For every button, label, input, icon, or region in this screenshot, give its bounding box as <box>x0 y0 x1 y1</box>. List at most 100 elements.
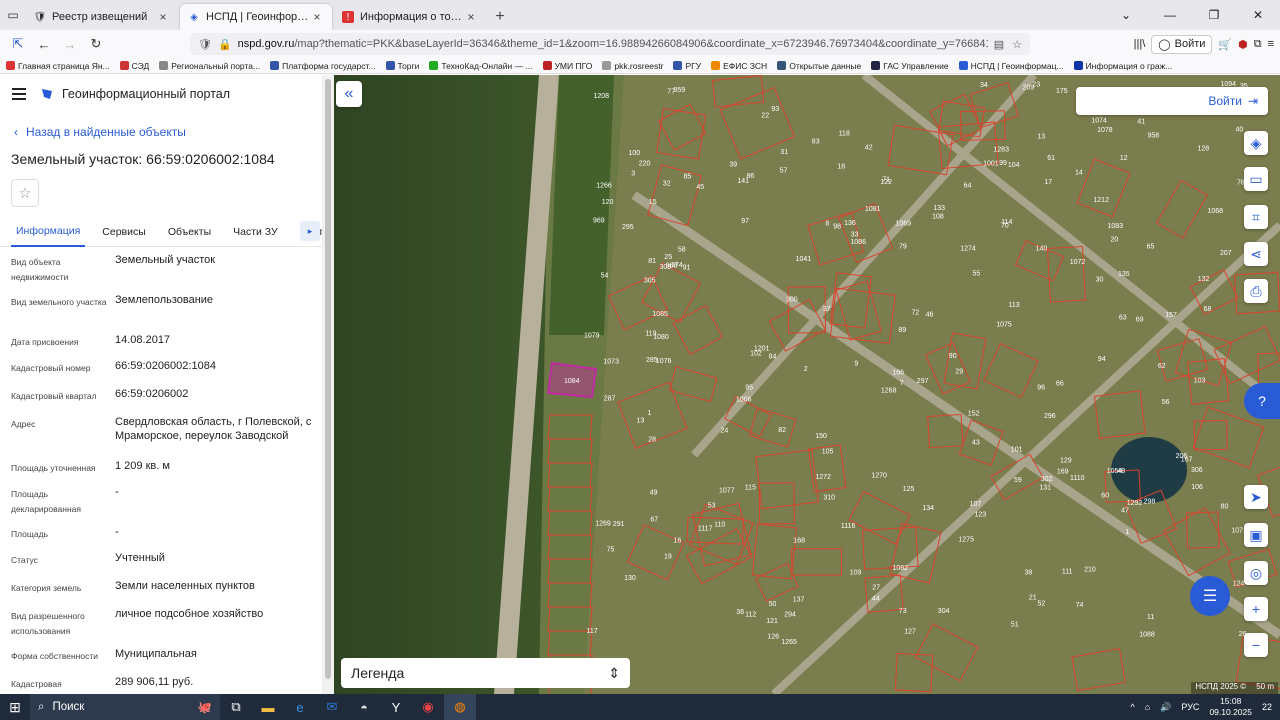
bookmark-item[interactable]: Информация о граж... <box>1073 61 1172 71</box>
parcel-label: 109 <box>850 570 862 577</box>
bookmark-item[interactable]: ТехноКад-Онлайн — ... <box>429 61 533 71</box>
bookmark-item[interactable]: УМИ ПГО <box>542 61 592 71</box>
bookmark-item[interactable]: pkk.rosreestr <box>602 61 663 71</box>
app-icon[interactable]: ◓ <box>348 694 380 720</box>
layers-icon[interactable]: ◈ <box>1244 131 1268 155</box>
bookmark-item[interactable]: Главная страница Ян... <box>6 61 110 71</box>
explorer-icon[interactable]: ▬ <box>252 694 284 720</box>
back-to-results-link[interactable]: ‹ Назад в найденные объекты <box>0 125 322 139</box>
collapse-sidebar-button[interactable]: « <box>336 81 362 107</box>
notifications-badge[interactable]: 22 <box>1262 702 1272 712</box>
cart-icon[interactable]: 🛒 <box>1218 38 1232 51</box>
ruler-icon[interactable]: ▭ <box>1244 167 1268 191</box>
select-area-icon[interactable]: ⌗ <box>1244 205 1268 229</box>
forward-button[interactable]: → <box>58 32 82 56</box>
parcel-label: 32 <box>663 180 671 187</box>
language-indicator[interactable]: РУС <box>1181 702 1199 712</box>
tab-0[interactable]: 🛡 Реестр извещений × <box>26 4 178 30</box>
print-icon[interactable]: ⎙ <box>1244 279 1268 303</box>
map-canvas[interactable]: 2941001302969988295297304305220913091085… <box>334 75 1280 694</box>
share-icon[interactable]: ⇱ <box>6 32 30 56</box>
parcel-label: 1079 <box>584 332 600 339</box>
property-value: 289 906,11 руб. <box>115 676 194 688</box>
bookmark-item[interactable]: Торги <box>385 61 419 71</box>
tab-2[interactable]: ! Информация о торгах — Глав × <box>334 4 486 30</box>
screen-icon[interactable]: ▣ <box>1244 523 1268 547</box>
share-icon[interactable]: ⋖ <box>1244 242 1268 266</box>
bookmark-item[interactable]: НСПД | Геоинформац... <box>958 61 1064 71</box>
close-icon[interactable]: × <box>156 10 170 24</box>
favorite-star-button[interactable]: ☆ <box>11 179 39 207</box>
zoom-in-button[interactable]: + <box>1244 597 1268 621</box>
yandex-icon[interactable]: Y <box>380 694 412 720</box>
firefox-icon[interactable]: ◍ <box>444 694 476 720</box>
parcel-label: 51 <box>1011 622 1019 629</box>
bookmark-item[interactable]: Региональный порта... <box>159 61 260 71</box>
parcel-label: 96 <box>1037 384 1045 391</box>
bookmark-item[interactable]: ГАС Управление <box>871 61 949 71</box>
bookmark-star-icon[interactable]: ☆ <box>1012 38 1022 51</box>
library-icon[interactable]: |||\ <box>1134 38 1146 50</box>
chrome-icon[interactable]: ◉ <box>412 694 444 720</box>
outlook-icon[interactable]: ✉ <box>316 694 348 720</box>
property-key: Вид земельного участка <box>11 297 107 307</box>
locate-icon[interactable]: ➤ <box>1244 485 1268 509</box>
parcel-label: 1275 <box>958 536 974 543</box>
close-icon[interactable]: × <box>310 10 324 24</box>
tray-chevron-icon[interactable]: ^ <box>1131 702 1135 712</box>
bookmark-item[interactable]: СЭД <box>119 61 149 71</box>
puzzle-icon[interactable]: ⧉ <box>1254 38 1262 51</box>
tab-info[interactable]: Информация <box>11 217 86 247</box>
new-tab-button[interactable]: + <box>488 4 512 30</box>
chat-button[interactable]: ☰ <box>1190 576 1230 616</box>
ie-icon[interactable]: e <box>284 694 316 720</box>
close-window-button[interactable]: ✕ <box>1236 0 1280 30</box>
parcel-label: 80 <box>1221 503 1229 510</box>
geolocation-icon[interactable]: ◎ <box>1244 561 1268 585</box>
account-button[interactable]: ◯ Войти <box>1151 34 1213 54</box>
tab-objects[interactable]: Объекты <box>163 217 216 247</box>
tab-1[interactable]: ◈ НСПД | Геоинформационный × <box>180 4 332 30</box>
menu-icon[interactable] <box>12 88 26 100</box>
parcel-label: 1074 <box>1091 117 1107 124</box>
legend-panel[interactable]: Легенда ⇕ <box>341 658 630 688</box>
sidebar-scrollbar[interactable] <box>322 75 334 694</box>
restore-button[interactable]: ❐ <box>1192 0 1236 30</box>
help-button[interactable]: ? <box>1244 383 1280 419</box>
parcel-label: 54 <box>601 273 609 280</box>
tab-parts[interactable]: Части ЗУ <box>228 217 283 247</box>
chevron-right-icon[interactable]: ▸ <box>300 221 320 241</box>
clock[interactable]: 15:08 09.10.2025 <box>1209 696 1252 718</box>
reload-button[interactable]: ↻ <box>84 32 108 56</box>
parcel-label: 61 <box>1047 155 1055 162</box>
close-icon[interactable]: × <box>464 10 478 24</box>
taskbar-search[interactable]: ⌕ Поиск 🐙 <box>30 694 220 720</box>
windows-start-icon[interactable]: ⊞ <box>0 699 30 716</box>
bookmark-item[interactable]: Открытые данные <box>777 61 861 71</box>
map-view[interactable]: 294 1001 302 969 988 295 297 304 305 220 91 309 1085… <box>334 75 1280 694</box>
map-login-button[interactable]: Войти ⇥ <box>1076 87 1268 115</box>
back-button[interactable]: ← <box>32 32 56 56</box>
task-view-icon[interactable]: ⧉ <box>220 694 252 720</box>
address-bar[interactable]: 🛡 🔒 nspd.gov.ru/map?thematic=PKK&baseLay… <box>190 33 1030 55</box>
menu-icon[interactable]: ≡ <box>1268 38 1274 50</box>
parcel-label: 166 <box>892 369 904 376</box>
zoom-out-button[interactable]: − <box>1244 633 1268 657</box>
search-icon: ⌕ <box>38 700 45 713</box>
tab-list-icon[interactable]: ▭ <box>0 0 26 30</box>
tab-services[interactable]: Сервисы <box>97 217 151 247</box>
reader-icon[interactable]: ▤ <box>994 38 1004 51</box>
bookmark-item[interactable]: ЕФИС ЗСН <box>711 61 767 71</box>
chevron-down-icon[interactable]: ⌄ <box>1104 0 1148 30</box>
extension-icon[interactable]: ⬢ <box>1238 38 1248 51</box>
parcel-label: 15 <box>649 199 657 206</box>
minimize-button[interactable]: — <box>1148 0 1192 30</box>
app-logo[interactable]: Геоинформационный портал <box>40 87 230 101</box>
bookmark-item[interactable]: РГУ <box>673 61 701 71</box>
bookmark-item[interactable]: Платформа государст... <box>270 61 376 71</box>
volume-icon[interactable]: 🔊 <box>1160 702 1171 713</box>
network-icon[interactable]: ⌂ <box>1145 702 1150 712</box>
parcel-label: 310 <box>823 494 835 501</box>
nspd-logo-icon <box>42 89 52 99</box>
parcel-label: 65 <box>1147 244 1155 251</box>
